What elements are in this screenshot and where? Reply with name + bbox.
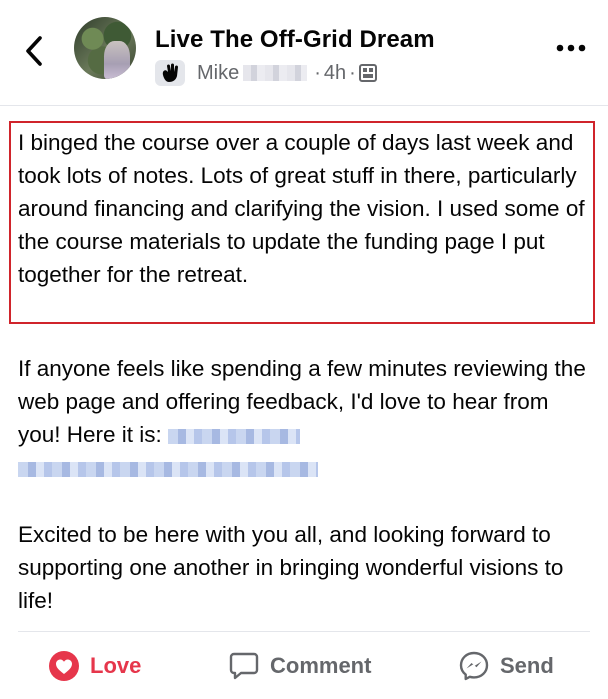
avatar-blurred-face	[104, 41, 130, 79]
photo-album-icon	[358, 64, 377, 82]
meta-separator: ·	[349, 61, 356, 84]
send-label: Send	[500, 653, 554, 678]
avatar[interactable]	[74, 17, 136, 79]
header-divider	[0, 105, 608, 106]
comment-button[interactable]: Comment	[228, 646, 371, 686]
group-badge-icon	[155, 60, 185, 86]
actions-divider	[18, 631, 590, 632]
post-paragraph: If anyone feels like spending a few minu…	[18, 352, 593, 484]
love-reaction-icon	[48, 650, 80, 682]
redacted-link[interactable]	[18, 461, 318, 477]
post-time[interactable]: 4h	[324, 62, 346, 85]
comment-bubble-icon	[228, 650, 260, 682]
love-label: Love	[90, 653, 142, 678]
post-meta: Mike · 4h ·	[155, 59, 377, 87]
send-button[interactable]: Send	[458, 646, 554, 686]
post-paragraph: Excited to be here with you all, and loo…	[18, 522, 564, 613]
action-bar: Love Comment Send	[0, 640, 608, 692]
back-chevron-icon[interactable]	[20, 34, 50, 68]
comment-label: Comment	[270, 653, 372, 678]
love-button[interactable]: Love	[48, 646, 141, 686]
post-header: Live The Off-Grid Dream Mike · 4h ·	[0, 0, 608, 100]
post-paragraph-text: If anyone feels like spending a few minu…	[18, 356, 586, 447]
group-name[interactable]: Live The Off-Grid Dream	[155, 26, 435, 54]
author-name[interactable]: Mike	[197, 62, 239, 85]
redacted-link[interactable]	[167, 428, 300, 444]
messenger-send-icon	[458, 650, 490, 682]
meta-separator: ·	[314, 61, 321, 84]
redacted-surname	[243, 65, 308, 81]
more-options-icon[interactable]	[555, 38, 587, 58]
post-paragraph: I binged the course over a couple of day…	[18, 130, 585, 287]
